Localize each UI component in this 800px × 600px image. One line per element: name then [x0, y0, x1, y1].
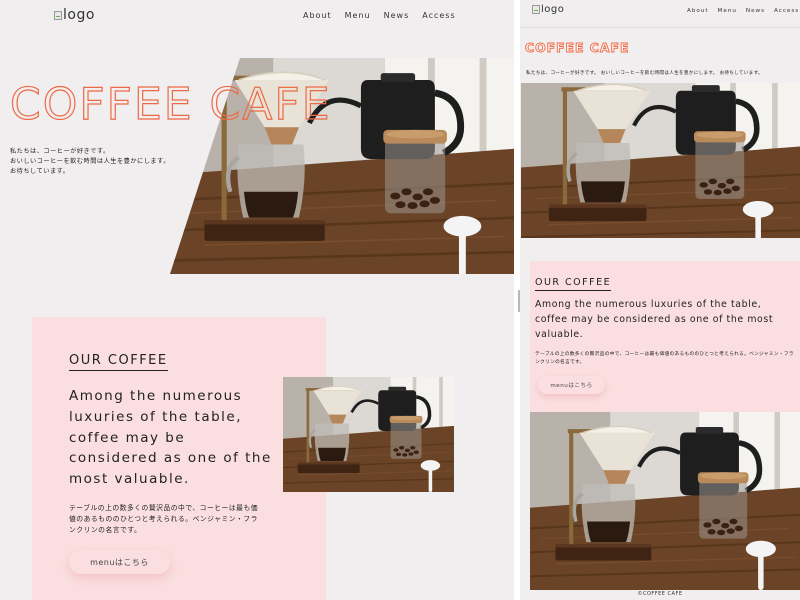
site-logo[interactable]: logo	[54, 7, 95, 23]
menu-button[interactable]: menuはこちら	[69, 550, 170, 574]
our-coffee-title: OUR COFFEE	[535, 277, 612, 291]
desktop-view: logo About Menu News Access COFFEE CAFE …	[0, 0, 514, 600]
broken-image-icon	[532, 5, 540, 14]
coffee-photo	[283, 377, 454, 492]
our-coffee-lead: Among the numerous luxuries of the table…	[69, 388, 272, 488]
footer-copyright: ©COFFEE CAFE	[637, 591, 683, 597]
hero-description: 私たちは、コーヒーが好きです。 おいしいコーヒーを飲む時間は人生を豊かにします。…	[526, 69, 763, 79]
hero-description-line: 私たちは、コーヒーが好きです。	[10, 148, 110, 155]
hero-title: COFFEE CAFE	[525, 40, 630, 56]
nav-about[interactable]: About	[687, 8, 709, 14]
main-nav: About Menu News Access	[687, 8, 799, 14]
coffee-photo	[530, 412, 800, 590]
hero-description-line: おいしいコーヒーを飲む時間は人生を豊かにします。	[10, 158, 170, 165]
hero-photo	[521, 83, 800, 238]
hero-title: COFFEE CAFE	[9, 78, 332, 130]
nav-access[interactable]: Access	[422, 11, 455, 20]
hero-description-line: 私たちは、コーヒーが好きです。 おいしいコーヒーを飲む時間は人生を豊かにします。…	[526, 71, 763, 76]
nav-news[interactable]: News	[746, 8, 765, 14]
our-coffee-quote: テーブルの上の数多くの贅沢品の中で、コーヒーは最も価値のあるもののひとつと考えら…	[535, 352, 794, 365]
our-coffee-title: OUR COFFEE	[69, 353, 168, 371]
hero-description: 私たちは、コーヒーが好きです。 おいしいコーヒーを飲む時間は人生を豊かにします。…	[10, 147, 210, 177]
broken-image-icon	[54, 10, 62, 20]
logo-alt-text: logo	[541, 4, 565, 15]
nav-menu[interactable]: Menu	[345, 11, 371, 20]
nav-news[interactable]: News	[384, 11, 410, 20]
nav-menu[interactable]: Menu	[718, 8, 737, 14]
header-divider	[520, 27, 800, 28]
logo-alt-text: logo	[63, 7, 95, 23]
site-logo[interactable]: logo	[532, 4, 564, 15]
menu-button[interactable]: menuはこちら	[538, 376, 605, 394]
our-coffee-lead: Among the numerous luxuries of the table…	[535, 299, 774, 340]
mobile-view: logo About Menu News Access COFFEE CAFE …	[520, 0, 800, 600]
nav-access[interactable]: Access	[774, 8, 799, 14]
main-nav: About Menu News Access	[303, 11, 456, 20]
nav-about[interactable]: About	[303, 11, 332, 20]
our-coffee-quote: テーブルの上の数多くの贅沢品の中で、コーヒーは最も価値のあるもののひとつと考えら…	[69, 504, 259, 534]
hero-description-line: お待ちしています。	[10, 168, 70, 175]
